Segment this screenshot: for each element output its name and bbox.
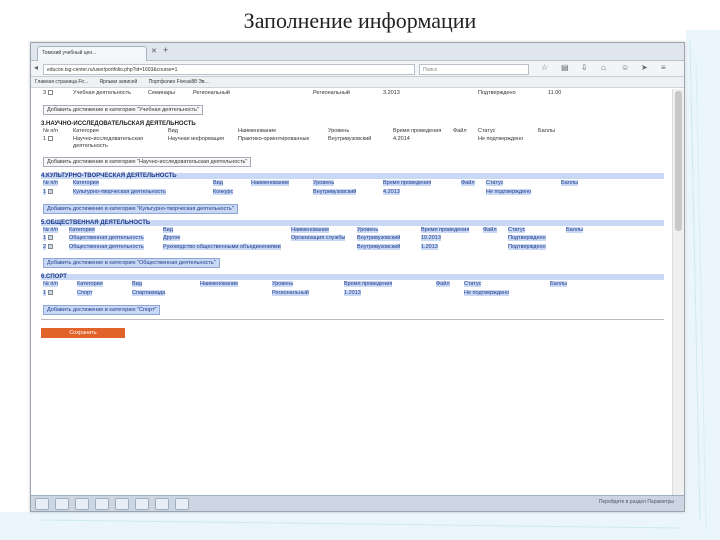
page-content: 3 Учебная деятельность Семинары Регионал… [31, 89, 674, 497]
edit-icon[interactable] [47, 289, 53, 295]
tab-bar: Томский учебный цен... ✕ + [31, 43, 684, 61]
table-row: 1 Общественная деятельность Другое Орган… [43, 235, 546, 242]
browser-tab[interactable]: Томский учебный цен... [37, 46, 147, 61]
address-bar: ◂ educon.tsg-center.ru/user/portfolio.ph… [31, 61, 684, 77]
table-header: № п/п Категория Вид Наименование Уровень… [43, 281, 568, 288]
taskbar-app-icon[interactable] [75, 498, 89, 510]
browser-window: Томский учебный цен... ✕ + ◂ educon.tsg-… [30, 42, 685, 512]
taskbar-app-icon[interactable] [175, 498, 189, 510]
menu-icon[interactable]: ≡ [661, 63, 666, 72]
close-tab-icon[interactable]: ✕ [151, 47, 157, 55]
taskbar-app-icon[interactable] [95, 498, 109, 510]
home-icon[interactable]: ⌂ [601, 63, 606, 72]
bookmark-item[interactable]: Портфолио Fiveas88 Эв... [149, 79, 209, 85]
reading-list-icon[interactable]: ▤ [561, 63, 569, 72]
table-row: 1 Научно-исследовательская деятельность … [43, 136, 524, 149]
star-icon[interactable]: ☆ [541, 63, 548, 72]
edit-icon[interactable] [47, 90, 53, 96]
bookmark-item[interactable]: Главная страница Fir... [35, 79, 88, 85]
add-creative-button[interactable]: Добавить достижение в категорию "Культур… [43, 203, 238, 214]
divider [41, 318, 664, 320]
table-row: 1 Спорт Спартакиада Региональный 1.2013 … [43, 289, 510, 296]
table-header: № п/п Категория Вид Наименование Уровень… [43, 180, 579, 187]
edit-icon[interactable] [47, 136, 53, 142]
sport-table: № п/п Категория Вид Наименование Уровень… [41, 280, 664, 297]
url-input[interactable]: educon.tsg-center.ru/user/portfolio.php?… [43, 64, 415, 75]
taskbar-app-icon[interactable] [55, 498, 69, 510]
add-sport-button[interactable]: Добавить достижение в категорию "Спорт" [43, 304, 161, 315]
table-header: № п/п Категория Вид Наименование Уровень… [43, 226, 584, 233]
bookmarks-bar: Главная страница Fir... Ярлыки записей П… [31, 77, 684, 88]
taskbar: Перейдите в раздел Параметры [31, 495, 684, 511]
research-table: № п/п Категория Вид Наименование Уровень… [41, 127, 664, 151]
send-icon[interactable]: ➤ [641, 63, 648, 72]
creative-table: № п/п Категория Вид Наименование Уровень… [41, 179, 664, 196]
taskbar-notice: Перейдите в раздел Параметры [598, 499, 674, 505]
edit-icon[interactable] [47, 189, 53, 195]
start-icon[interactable] [35, 498, 49, 510]
table-row: 2 Общественная деятельность Руководство … [43, 243, 546, 250]
taskbar-app-icon[interactable] [135, 498, 149, 510]
table-row: 1 Культурно-творческая деятельность Конк… [43, 188, 532, 195]
vertical-scrollbar[interactable] [672, 89, 684, 497]
study-table: 3 Учебная деятельность Семинары Регионал… [41, 89, 664, 98]
save-button[interactable]: Сохранить [41, 327, 125, 338]
table-header: № п/п Категория Вид Наименование Уровень… [43, 127, 556, 134]
edit-icon[interactable] [47, 243, 53, 249]
edit-icon[interactable] [47, 235, 53, 241]
new-tab-icon[interactable]: + [163, 45, 168, 55]
download-icon[interactable]: ⇩ [581, 63, 588, 72]
taskbar-app-icon[interactable] [155, 498, 169, 510]
search-input[interactable]: Поиск [419, 64, 529, 75]
chat-icon[interactable]: ☺ [621, 63, 629, 72]
site-info-icon[interactable]: ◂ [34, 63, 38, 72]
slide-title: Заполнение информации [243, 8, 477, 33]
add-study-button[interactable]: Добавить достижение в категорию "Учебная… [43, 104, 203, 115]
table-row: 3 Учебная деятельность Семинары Регионал… [43, 90, 562, 96]
social-table: № п/п Категория Вид Наименование Уровень… [41, 226, 664, 252]
taskbar-app-icon[interactable] [115, 498, 129, 510]
add-social-button[interactable]: Добавить достижение в категорию "Обществ… [43, 258, 220, 269]
bookmark-item[interactable]: Ярлыки записей [99, 79, 137, 85]
add-research-button[interactable]: Добавить достижение в категорию "Научно-… [43, 157, 252, 168]
scrollbar-thumb[interactable] [675, 91, 682, 231]
